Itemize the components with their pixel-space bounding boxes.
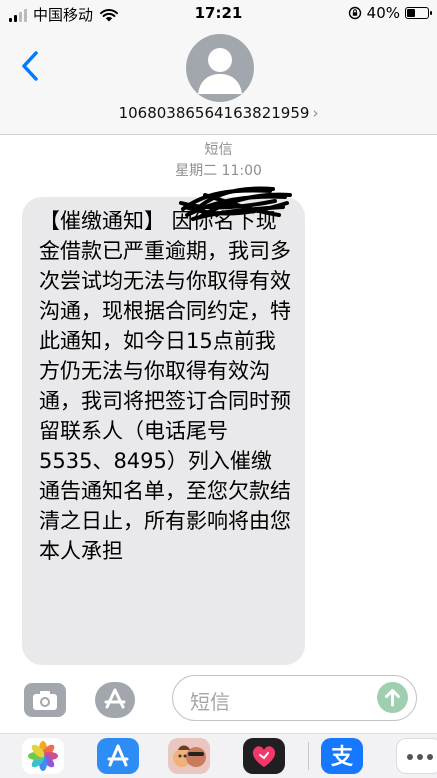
photos-app-button[interactable] xyxy=(22,738,64,774)
conversation-header: 10680386564163821959 › xyxy=(0,28,437,135)
status-right: 40% xyxy=(348,4,432,22)
battery-level-fill xyxy=(407,9,415,17)
memoji-app-button[interactable] xyxy=(168,738,210,774)
person-silhouette-icon xyxy=(198,48,242,94)
app-store-button[interactable] xyxy=(95,682,135,718)
send-button[interactable] xyxy=(377,682,408,713)
back-chevron-icon[interactable] xyxy=(18,48,42,84)
app-drawer: 支 xyxy=(0,733,437,778)
digital-touch-icon xyxy=(252,746,276,767)
drawer-divider xyxy=(308,742,309,770)
battery-icon xyxy=(405,7,432,19)
digital-touch-app-button[interactable] xyxy=(243,738,285,774)
battery-percentage: 40% xyxy=(366,4,400,22)
contact-name-row[interactable]: 10680386564163821959 › xyxy=(0,104,437,122)
app-store-icon xyxy=(104,688,126,709)
camera-icon xyxy=(33,691,57,710)
compose-bar: 短信 xyxy=(0,665,437,733)
status-bar: 中国移动 17:21 40% xyxy=(0,0,437,28)
contact-details-chevron-icon: › xyxy=(312,104,319,122)
incoming-message-bubble[interactable]: 【催缴通知】 因你名下现金借款已严重逾期，我司多次尝试均无法与你取得有效沟通，现… xyxy=(22,197,305,665)
message-timestamp: 星期二 11:00 xyxy=(175,163,262,179)
orientation-lock-icon xyxy=(348,6,361,20)
photos-icon xyxy=(28,741,58,771)
more-apps-icon xyxy=(407,754,433,760)
contact-avatar[interactable] xyxy=(186,34,254,102)
send-arrow-icon xyxy=(385,689,400,707)
app-store-icon xyxy=(107,744,129,767)
app-store-app-button[interactable] xyxy=(97,738,139,774)
service-label: 短信 xyxy=(204,142,233,158)
alipay-glyph: 支 xyxy=(331,745,354,770)
alipay-app-button[interactable]: 支 xyxy=(321,738,363,774)
alipay-icon: 支 xyxy=(331,745,354,770)
camera-button[interactable] xyxy=(24,683,66,717)
memoji-icon xyxy=(173,745,206,767)
message-input-placeholder: 短信 xyxy=(190,690,230,714)
redaction-scribble xyxy=(179,186,292,221)
message-text: 【催缴通知】 因你名下现金借款已严重逾期，我司多次尝试均无法与你取得有效沟通，现… xyxy=(39,209,291,563)
message-input[interactable]: 短信 xyxy=(172,675,417,721)
contact-number: 10680386564163821959 xyxy=(118,104,310,122)
more-apps-button[interactable] xyxy=(396,738,437,774)
